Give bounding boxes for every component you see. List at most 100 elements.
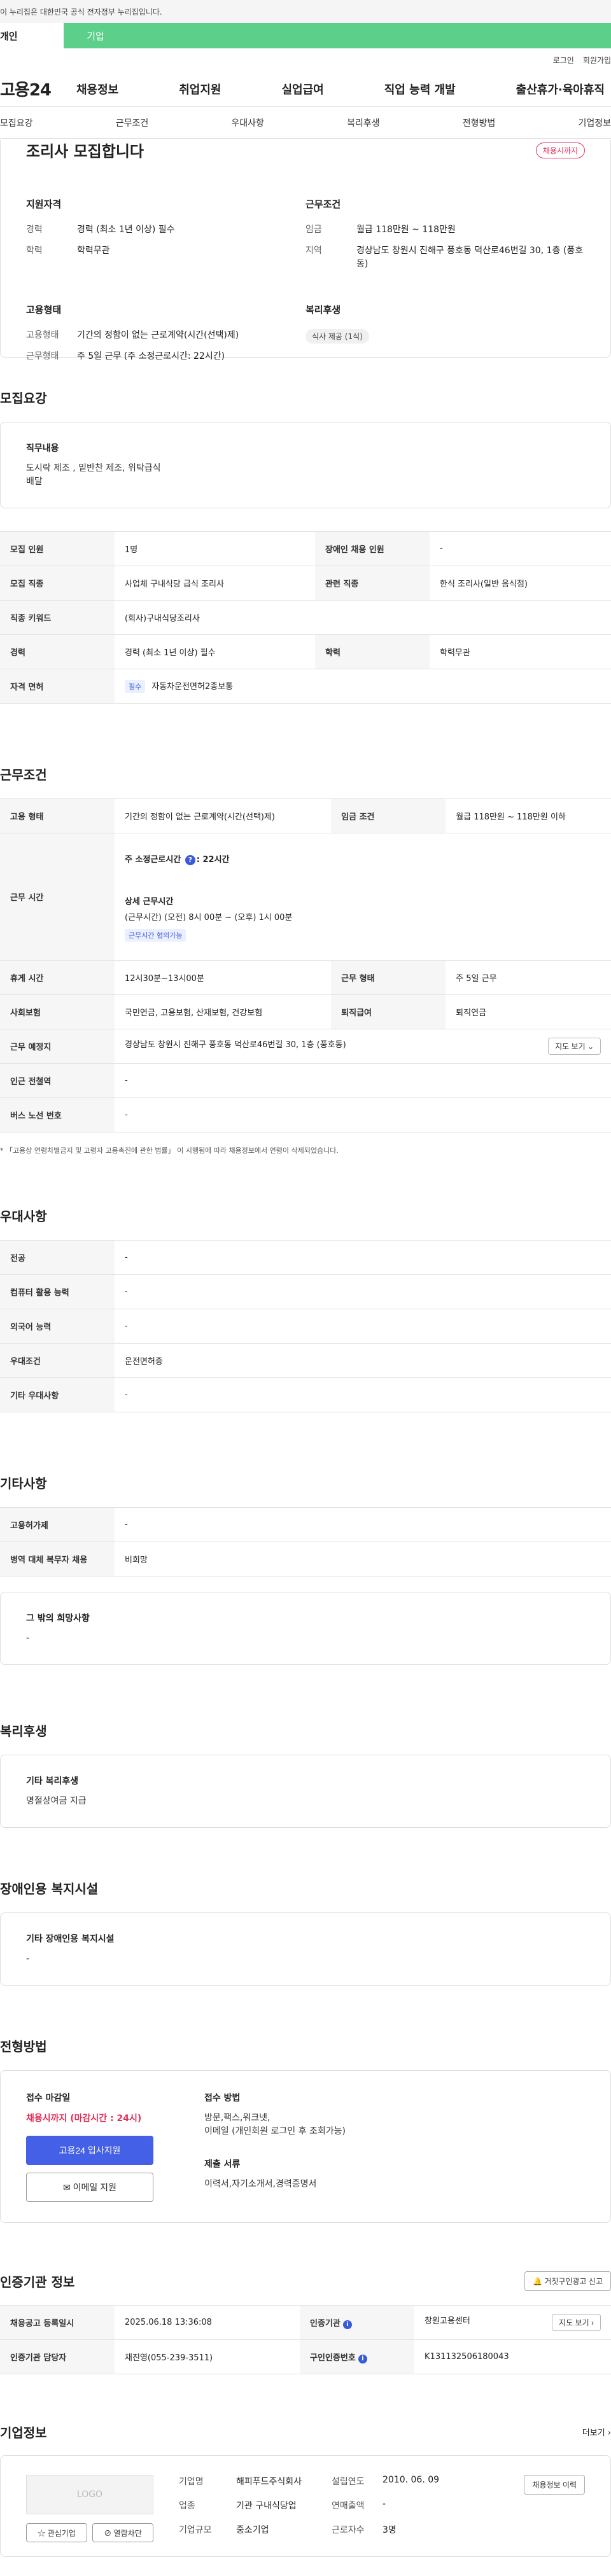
cell-value: 기간의 정함이 없는 근로계약(시간(선택)제) — [115, 798, 332, 833]
job-desc-text: 도시락 제조 , 밑반찬 제조, 위탁급식 — [26, 463, 161, 473]
method-text: 방문,팩스,워크넷, — [204, 2113, 270, 2123]
table-row: 채용공고 등록일시 2025.06.18 13:36:08 인증기관 i 창원고용센터 지… — [0, 2305, 611, 2340]
map-view-button[interactable]: 지도 보기 ⌄ — [548, 1038, 601, 1055]
job-desc-label: 직무내용 — [26, 443, 59, 454]
kv-label: 근무형태 — [26, 351, 59, 361]
gov-banner-text: 이 누리집은 대한민국 공식 전자정부 누리집입니다. — [0, 7, 162, 17]
welfare-tag: 식사 제공 (1식) — [306, 329, 369, 344]
section-title-disabled: 장애인용 복지시설 — [0, 1881, 99, 1897]
gnb-employment-support[interactable]: 취업지원 — [179, 81, 221, 97]
tab-company[interactable]: 기업 — [64, 23, 127, 48]
tab-personal[interactable]: 개인 — [0, 23, 64, 48]
cell-label: 컴퓨터 활용 능력 — [0, 1274, 115, 1309]
method-text: 이메일 (개인회원 로그인 후 조회가능) — [204, 2126, 346, 2136]
cell-value: 주 5일 근무 — [446, 960, 611, 995]
table-row: 인근 전철역 - — [0, 1063, 611, 1098]
block-view-button[interactable]: ⊘ 열람차단 — [92, 2523, 153, 2542]
apply-column: 접수 마감일 채용시까지 (마감시간 : 24시) 고용24 입사지원 ✉ 이메… — [26, 2091, 204, 2202]
login-link[interactable]: 로그인 — [553, 55, 574, 66]
subnav-welfare[interactable]: 복리후생 — [347, 116, 380, 129]
section-title-pref: 우대사항 — [0, 1209, 47, 1224]
cell-label: 사회보험 — [0, 994, 115, 1029]
qualification-block: 지원자격 경력 경력 (최소 1년 이상) 필수 학력 학력무관 — [26, 197, 306, 279]
section-title-recruit: 모집요강 — [0, 391, 47, 406]
cell-value: 1명 — [115, 531, 315, 566]
selection-box: 접수 마감일 채용시까지 (마감시간 : 24시) 고용24 입사지원 ✉ 이메… — [0, 2070, 611, 2223]
cell-label: 퇴직급여 — [331, 994, 446, 1029]
job-description-box: 직무내용 도시락 제조 , 밑반찬 제조, 위탁급식 배달 — [0, 422, 611, 508]
work-table: 고용 형태 기간의 정함이 없는 근로계약(시간(선택)제) 임금 조건 월급 118… — [0, 798, 611, 1132]
field-value: - — [383, 2499, 386, 2509]
gov-banner: 이 누리집은 대한민국 공식 전자정부 누리집입니다. — [0, 0, 611, 23]
table-row: 우대조건 운전면허증 — [0, 1343, 611, 1378]
audience-tabs: 개인 기업 — [0, 23, 611, 48]
table-row: 외국어 능력 - — [0, 1309, 611, 1344]
kv-value: 월급 118만원 ~ 118만원 — [356, 225, 456, 235]
kv-value: 경력 (최소 1년 이상) 필수 — [77, 225, 175, 235]
cell-label: 근무 형태 — [331, 960, 446, 995]
cell-value: - — [430, 531, 611, 566]
report-label: 거짓구인광고 신고 — [544, 2277, 603, 2286]
section-title-company: 기업정보 — [0, 2425, 47, 2440]
cell-value: 퇴직연금 — [446, 994, 611, 1029]
cell-value: 국민연금, 고용보험, 산재보험, 건강보험 — [115, 994, 332, 1029]
location-cell: 경상남도 창원시 진해구 풍호동 덕산로46번길 30, 1층 (풍호동) 지도 … — [115, 1029, 611, 1064]
help-icon[interactable]: ? — [185, 854, 195, 865]
cell-label: 관련 직종 — [315, 566, 430, 601]
cert-table: 채용공고 등록일시 2025.06.18 13:36:08 인증기관 i 창원고용센터 지… — [0, 2305, 611, 2374]
detail-hours-label: 상세 근무시간 — [125, 896, 174, 907]
info-icon[interactable]: i — [358, 2354, 367, 2364]
table-row: 기타 우대사항 - — [0, 1377, 611, 1412]
company-fields: 기업명 해피푸드주식회사 설립연도 2010. 06. 09 업종 기관 구내식당업 연매… — [179, 2475, 498, 2537]
cell-value: - — [115, 1097, 611, 1132]
welfare-block: 복리후생 식사 제공 (1식) — [306, 303, 585, 371]
bell-icon: 🔔 — [533, 2277, 542, 2286]
table-row: 자격 면허 필수 자동차운전면허2종보통 — [0, 669, 611, 704]
subnav-selection[interactable]: 전형방법 — [463, 116, 496, 129]
signup-link[interactable]: 회원가입 — [583, 55, 611, 66]
cell-value: - — [115, 1309, 611, 1344]
gnb-parental-leave[interactable]: 출산휴가·육아휴직 — [516, 81, 605, 97]
utility-links: 로그인 회원가입 — [0, 48, 611, 71]
kv-label: 임금 — [306, 225, 322, 235]
info-icon[interactable]: i — [342, 2320, 352, 2329]
cell-label: 직종 키워드 — [0, 600, 115, 635]
detail-hours-value: (근무시간) (오전) 8시 00분 ~ (오후) 1시 00분 — [125, 912, 293, 922]
required-tag: 필수 — [125, 680, 146, 693]
table-row: 병역 대체 복무자 채용 비희망 — [0, 1542, 611, 1577]
subnav-work[interactable]: 근무조건 — [116, 116, 149, 129]
cell-value: 한식 조리사(일반 음식점) — [430, 566, 611, 601]
subnav-recruit[interactable]: 모집요강 — [0, 116, 33, 129]
cell-label: 경력 — [0, 634, 115, 669]
cell-label: 모집 직종 — [0, 566, 115, 601]
email-apply-label: 이메일 지원 — [73, 2182, 116, 2192]
etc-table: 고용허가제 - 병역 대체 복무자 채용 비희망 — [0, 1507, 611, 1577]
company-more-link[interactable]: 더보기 › — [582, 2426, 611, 2438]
recruit-history-button[interactable]: 채용정보 이력 — [524, 2475, 585, 2495]
email-apply-button[interactable]: ✉ 이메일 지원 — [26, 2173, 153, 2202]
field-label: 업종 — [179, 2501, 195, 2511]
method-label: 접수 방법 — [204, 2093, 241, 2103]
table-row: 근무 예정지 경상남도 창원시 진해구 풍호동 덕산로46번길 30, 1층 (풍… — [0, 1029, 611, 1064]
gnb-jobs[interactable]: 채용정보 — [76, 81, 118, 97]
cell-value: - — [115, 1240, 611, 1275]
gnb-unemployment-benefit[interactable]: 실업급여 — [282, 81, 324, 97]
deadline-label: 접수 마감일 — [26, 2093, 71, 2103]
favorite-company-button[interactable]: ☆ 관심기업 — [26, 2523, 87, 2542]
field-value: 기관 구내식당업 — [236, 2501, 297, 2511]
subnav-pref[interactable]: 우대사항 — [231, 116, 264, 129]
job-summary-card: 조리사 모집합니다 채용시까지 지원자격 경력 경력 (최소 1년 이상) 필수 … — [0, 140, 611, 361]
cert-map-button[interactable]: 지도 보기 › — [552, 2314, 601, 2331]
field-label: 기업규모 — [179, 2525, 212, 2535]
qual-title: 지원자격 — [26, 198, 62, 210]
site-logo[interactable]: 고용24 — [0, 77, 76, 101]
gnb-vocational-training[interactable]: 직업 능력 개발 — [384, 81, 456, 97]
report-false-ad-button[interactable]: 🔔 거짓구인광고 신고 — [524, 2271, 611, 2291]
table-row: 컴퓨터 활용 능력 - — [0, 1274, 611, 1309]
subnav-company[interactable]: 기업정보 — [578, 116, 611, 129]
cell-value: 창원고용센터 — [425, 2316, 470, 2326]
section-title-work: 근무조건 — [0, 767, 47, 783]
apply-button[interactable]: 고용24 입사지원 — [26, 2136, 153, 2165]
cell-label: 자격 면허 — [0, 669, 115, 704]
table-row: 사회보험 국민연금, 고용보험, 산재보험, 건강보험 퇴직급여 퇴직연금 — [0, 994, 611, 1029]
